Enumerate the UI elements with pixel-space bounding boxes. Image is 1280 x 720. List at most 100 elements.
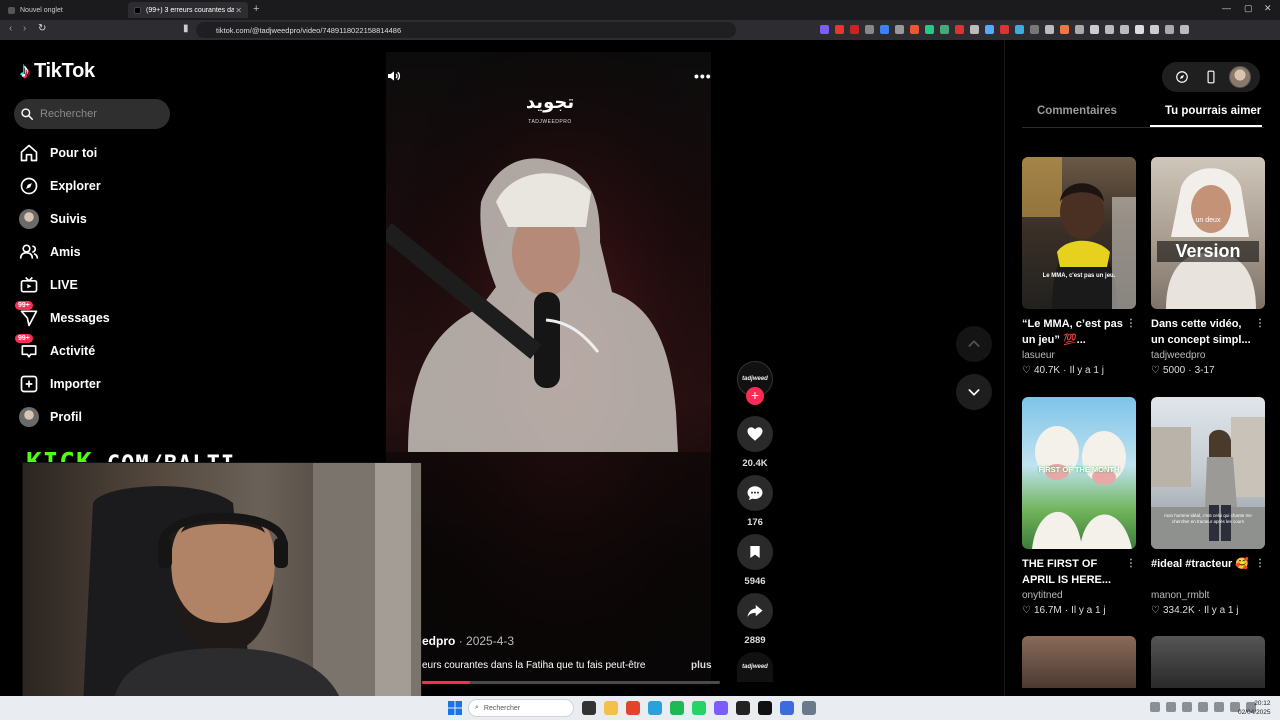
maximize-icon[interactable]: ▢ bbox=[1244, 3, 1253, 14]
tray-icon[interactable] bbox=[1150, 702, 1160, 712]
follow-button[interactable]: + bbox=[746, 387, 764, 405]
browser-tab[interactable]: Nouvel onglet bbox=[2, 2, 124, 18]
explore-icon[interactable] bbox=[1171, 66, 1193, 88]
video-progress-bar[interactable] bbox=[422, 681, 720, 684]
more-description-link[interactable]: plus bbox=[691, 660, 712, 671]
tab-close-icon[interactable]: ✕ bbox=[235, 6, 242, 15]
notion-icon[interactable] bbox=[758, 701, 772, 715]
share-button[interactable] bbox=[737, 593, 773, 629]
like-button[interactable] bbox=[737, 416, 773, 452]
video-author[interactable]: edpro bbox=[422, 634, 455, 648]
save-button[interactable] bbox=[737, 534, 773, 570]
forward-icon[interactable]: › bbox=[23, 23, 26, 34]
file-explorer-icon[interactable] bbox=[604, 701, 618, 715]
extension-icon[interactable] bbox=[865, 25, 874, 34]
nav-messages[interactable]: 99+ Messages bbox=[15, 301, 110, 331]
extension-icon[interactable] bbox=[1165, 25, 1174, 34]
card-author[interactable]: tadjweedpro bbox=[1151, 350, 1265, 361]
url-field[interactable]: tiktok.com/@tadjweedpro/video/7489118022… bbox=[196, 22, 736, 38]
extension-icon[interactable] bbox=[820, 25, 829, 34]
extension-icon[interactable] bbox=[1090, 25, 1099, 34]
extension-icon[interactable] bbox=[970, 25, 979, 34]
nav-upload[interactable]: Importer bbox=[18, 371, 101, 397]
tray-icon[interactable] bbox=[1198, 702, 1208, 712]
card-more-icon[interactable]: ⋮ bbox=[1255, 316, 1265, 332]
extension-icon[interactable] bbox=[1030, 25, 1039, 34]
suggested-video-card[interactable]: un deux Version Dans cette vidéo, un con… bbox=[1151, 157, 1265, 376]
task-view-icon[interactable] bbox=[582, 701, 596, 715]
discord-icon[interactable] bbox=[714, 701, 728, 715]
tray-icon[interactable] bbox=[1214, 702, 1224, 712]
browser-tab-active[interactable]: (99+) 3 erreurs courantes dans la ✕ bbox=[128, 2, 248, 18]
suggested-video-card[interactable]: Le MMA, c'est pas un jeu. “Le MMA, c’est… bbox=[1022, 157, 1136, 376]
telegram-icon[interactable] bbox=[648, 701, 662, 715]
nav-following[interactable]: Suivis bbox=[18, 206, 87, 232]
app-icon[interactable] bbox=[780, 701, 794, 715]
sound-disc[interactable]: tadjweed bbox=[737, 652, 773, 682]
new-tab-icon[interactable]: + bbox=[253, 3, 259, 15]
reload-icon[interactable]: ↻ bbox=[38, 23, 46, 34]
extension-icon[interactable] bbox=[1135, 25, 1144, 34]
back-icon[interactable]: ‹ bbox=[9, 23, 12, 34]
extension-icon[interactable] bbox=[955, 25, 964, 34]
previous-video-button[interactable] bbox=[956, 326, 992, 362]
card-more-icon[interactable]: ⋮ bbox=[1126, 316, 1136, 332]
nav-profile[interactable]: Profil bbox=[18, 404, 82, 430]
tiktok-logo[interactable]: ♪ TikTok bbox=[20, 60, 95, 83]
bookmark-icon[interactable]: ▮ bbox=[183, 23, 189, 34]
extension-icon[interactable] bbox=[925, 25, 934, 34]
more-options-icon[interactable]: ••• bbox=[694, 68, 712, 84]
nav-activity[interactable]: 99+ Activité bbox=[15, 334, 95, 364]
tab-comments[interactable]: Commentaires bbox=[1037, 105, 1117, 117]
taskbar-search[interactable]: ⌕ Rechercher bbox=[468, 699, 574, 717]
settings-icon[interactable] bbox=[802, 701, 816, 715]
next-video-button[interactable] bbox=[956, 374, 992, 410]
extension-icon[interactable] bbox=[910, 25, 919, 34]
suggested-video-card[interactable]: mon homme idéal, c'est celui qui chante … bbox=[1151, 397, 1265, 616]
extension-icon[interactable] bbox=[1180, 25, 1189, 34]
brave-browser-icon[interactable] bbox=[626, 701, 640, 715]
extension-icon[interactable] bbox=[1000, 25, 1009, 34]
volume-icon[interactable] bbox=[386, 68, 402, 84]
extension-icon[interactable] bbox=[895, 25, 904, 34]
extension-icon[interactable] bbox=[1105, 25, 1114, 34]
extension-icon[interactable] bbox=[1015, 25, 1024, 34]
video-thumbnail[interactable]: un deux Version bbox=[1151, 157, 1265, 309]
video-thumbnail[interactable]: FIRST OF THE MONTH bbox=[1022, 397, 1136, 549]
search-box[interactable] bbox=[14, 99, 170, 129]
video-thumbnail-partial[interactable] bbox=[1022, 636, 1136, 688]
extension-icon[interactable] bbox=[1150, 25, 1159, 34]
windows-start-icon[interactable] bbox=[448, 701, 462, 715]
nav-for-you[interactable]: Pour toi bbox=[18, 140, 97, 166]
nav-live[interactable]: LIVE bbox=[18, 272, 78, 298]
spotify-icon[interactable] bbox=[670, 701, 684, 715]
whatsapp-icon[interactable] bbox=[692, 701, 706, 715]
extension-icon[interactable] bbox=[940, 25, 949, 34]
video-thumbnail[interactable]: Le MMA, c'est pas un jeu. bbox=[1022, 157, 1136, 309]
window-close-icon[interactable]: ✕ bbox=[1264, 3, 1272, 14]
card-more-icon[interactable]: ⋮ bbox=[1255, 556, 1265, 572]
extension-icon[interactable] bbox=[1045, 25, 1054, 34]
extension-icon[interactable] bbox=[1075, 25, 1084, 34]
extension-icon[interactable] bbox=[850, 25, 859, 34]
extension-icon[interactable] bbox=[985, 25, 994, 34]
extension-icon[interactable] bbox=[835, 25, 844, 34]
card-more-icon[interactable]: ⋮ bbox=[1126, 556, 1136, 572]
extension-icon[interactable] bbox=[1120, 25, 1129, 34]
tray-icon[interactable] bbox=[1182, 702, 1192, 712]
video-author-line[interactable]: edpro · 2025-4-3 bbox=[422, 634, 514, 648]
tab-suggested[interactable]: Tu pourrais aimer bbox=[1165, 105, 1261, 117]
minimize-icon[interactable]: — bbox=[1222, 3, 1231, 13]
nav-friends[interactable]: Amis bbox=[18, 239, 81, 265]
extension-icon[interactable] bbox=[1060, 25, 1069, 34]
taskbar-clock[interactable]: 20:12 02/04/2025 bbox=[1238, 699, 1271, 717]
obs-icon[interactable] bbox=[736, 701, 750, 715]
card-author[interactable]: onytitned bbox=[1022, 590, 1136, 601]
nav-explore[interactable]: Explorer bbox=[18, 173, 101, 199]
comment-button[interactable] bbox=[737, 475, 773, 511]
video-thumbnail-partial[interactable] bbox=[1151, 636, 1265, 688]
tray-icon[interactable] bbox=[1166, 702, 1176, 712]
extension-icon[interactable] bbox=[880, 25, 889, 34]
user-avatar[interactable] bbox=[1228, 66, 1251, 88]
video-thumbnail[interactable]: mon homme idéal, c'est celui qui chante … bbox=[1151, 397, 1265, 549]
